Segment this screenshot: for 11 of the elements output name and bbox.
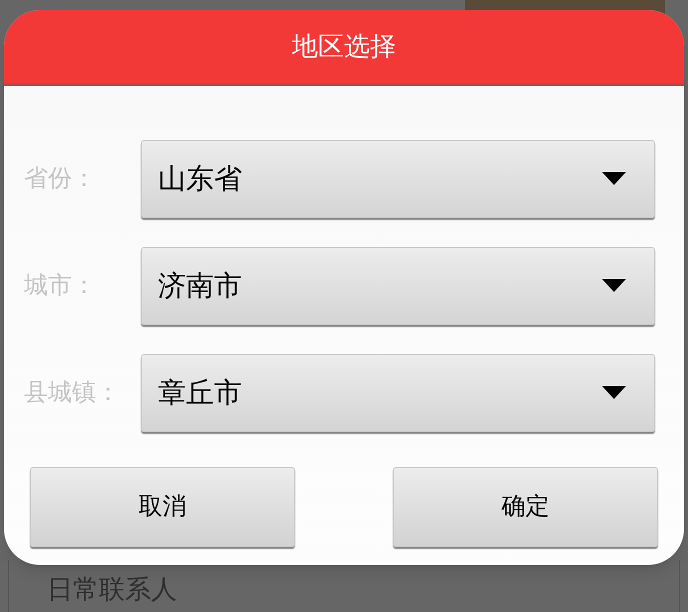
caret-down-icon	[602, 172, 626, 186]
dialog-title: 地区选择	[292, 30, 396, 63]
section-heading: 日常联系人	[47, 574, 177, 604]
dialog-button[interactable]: 取消	[30, 467, 295, 547]
field-label: 县城镇：	[23, 378, 121, 408]
dropdown[interactable]: 济南市	[141, 247, 655, 325]
dialog-button[interactable]: 确定	[393, 467, 658, 547]
caret-down-icon	[602, 386, 626, 400]
caret-down-icon	[602, 279, 626, 293]
dropdown[interactable]: 山东省	[141, 140, 655, 218]
dropdown[interactable]: 章丘市	[141, 354, 655, 432]
